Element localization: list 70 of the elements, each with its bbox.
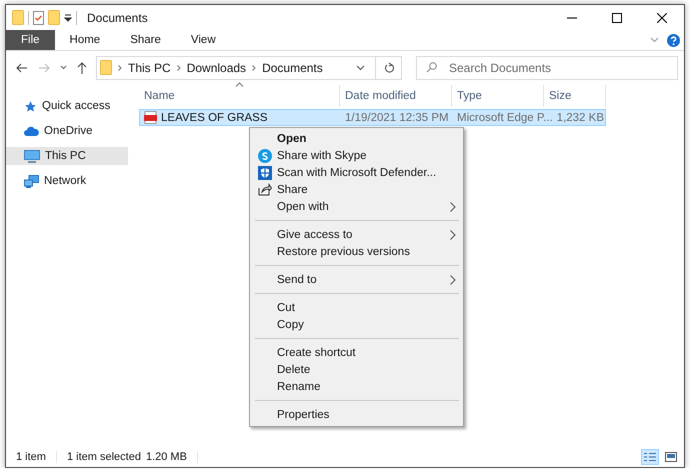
column-header[interactable]: Name	[139, 85, 340, 107]
search-field[interactable]: Search Documents	[416, 56, 678, 80]
menu-item[interactable]: Open with	[252, 198, 461, 215]
skype-icon	[258, 148, 272, 162]
menu-item[interactable]: Copy	[252, 316, 461, 333]
cloud-icon	[24, 126, 39, 136]
sort-caret-icon	[235, 82, 244, 87]
ribbon-tab[interactable]: Share	[115, 30, 176, 50]
status-text: 1 item selected	[66, 451, 141, 463]
menu-item[interactable]: Cut	[252, 299, 461, 316]
column-header[interactable]: Size	[544, 85, 606, 107]
monitor-icon	[24, 150, 40, 162]
cell-text: 1/19/2021 12:35 PM	[345, 112, 449, 124]
chevron-right-icon	[176, 64, 181, 70]
file-row[interactable]: LEAVES OF GRASS 1/19/2021 12:35 PM Microsoft Edge P... 1,232 KB	[139, 109, 606, 126]
large-icons-icon	[665, 452, 677, 462]
share-icon	[258, 183, 272, 196]
breadcrumb[interactable]: Documents	[262, 60, 323, 74]
back-arrow-icon	[16, 62, 28, 72]
chevron-down-icon[interactable]	[356, 64, 365, 70]
up-arrow-icon	[77, 62, 87, 74]
menu-item[interactable]: Scan with Microsoft Defender...	[252, 164, 461, 181]
folder-icon	[100, 60, 112, 75]
ribbon-tab[interactable]: View	[176, 30, 231, 50]
customize-icon[interactable]	[64, 14, 72, 22]
menu-item[interactable]: Delete	[252, 361, 461, 378]
large-icons-view-button[interactable]	[662, 449, 680, 465]
breadcrumb[interactable]: This PC	[128, 60, 171, 74]
cell-text: LEAVES OF GRASS	[161, 112, 268, 124]
menu-item[interactable]: Share	[252, 181, 461, 198]
details-view-button[interactable]	[641, 449, 659, 465]
help-icon[interactable]	[667, 34, 680, 46]
sidebar-item[interactable]: Quick access	[6, 97, 128, 115]
menu-item[interactable]: Rename	[252, 378, 461, 395]
address-bar[interactable]: This PC Downloads Documents	[96, 56, 376, 80]
sidebar-item[interactable]: Network	[6, 172, 128, 190]
search-icon	[426, 62, 437, 72]
forward-arrow-icon	[38, 62, 50, 72]
sidebar-item[interactable]: This PC	[6, 147, 128, 165]
star-icon	[24, 100, 37, 112]
menu-item[interactable]: Send to	[252, 271, 461, 288]
menu-item[interactable]: Share with Skype	[252, 147, 461, 164]
chevron-right-icon	[118, 64, 122, 70]
column-header[interactable]: Type	[452, 85, 544, 107]
menu-item[interactable]: Properties	[252, 406, 461, 423]
details-icon	[644, 452, 656, 462]
shield-icon	[258, 166, 272, 180]
cell-text: Microsoft Edge P...	[457, 112, 553, 124]
file-tab[interactable]: File	[6, 30, 55, 50]
menu-item[interactable]: Create shortcut	[252, 344, 461, 361]
maximize-icon	[612, 12, 622, 22]
menu-item[interactable]: Restore previous versions	[252, 243, 461, 260]
menu-item[interactable]: Open	[252, 130, 461, 147]
refresh-button[interactable]	[376, 56, 402, 80]
status-text: 1.20 MB	[146, 451, 187, 463]
sidebar-item[interactable]: OneDrive	[6, 122, 128, 140]
ribbon-tab[interactable]: Home	[54, 30, 116, 50]
close-icon	[656, 12, 666, 22]
cell-text: 1,232 KB	[556, 112, 604, 124]
status-text: 1 item	[16, 451, 46, 463]
chevron-down-icon	[60, 65, 66, 70]
column-header[interactable]: Date modified	[340, 85, 452, 107]
properties-icon[interactable]	[33, 10, 44, 24]
chevron-right-icon	[252, 64, 256, 70]
breadcrumb[interactable]: Downloads	[186, 60, 246, 74]
network-icon	[24, 174, 39, 188]
menu-item[interactable]: Give access to	[252, 226, 461, 243]
refresh-icon	[384, 62, 394, 73]
window-title: Documents	[87, 10, 148, 24]
pdf-icon	[144, 111, 157, 124]
